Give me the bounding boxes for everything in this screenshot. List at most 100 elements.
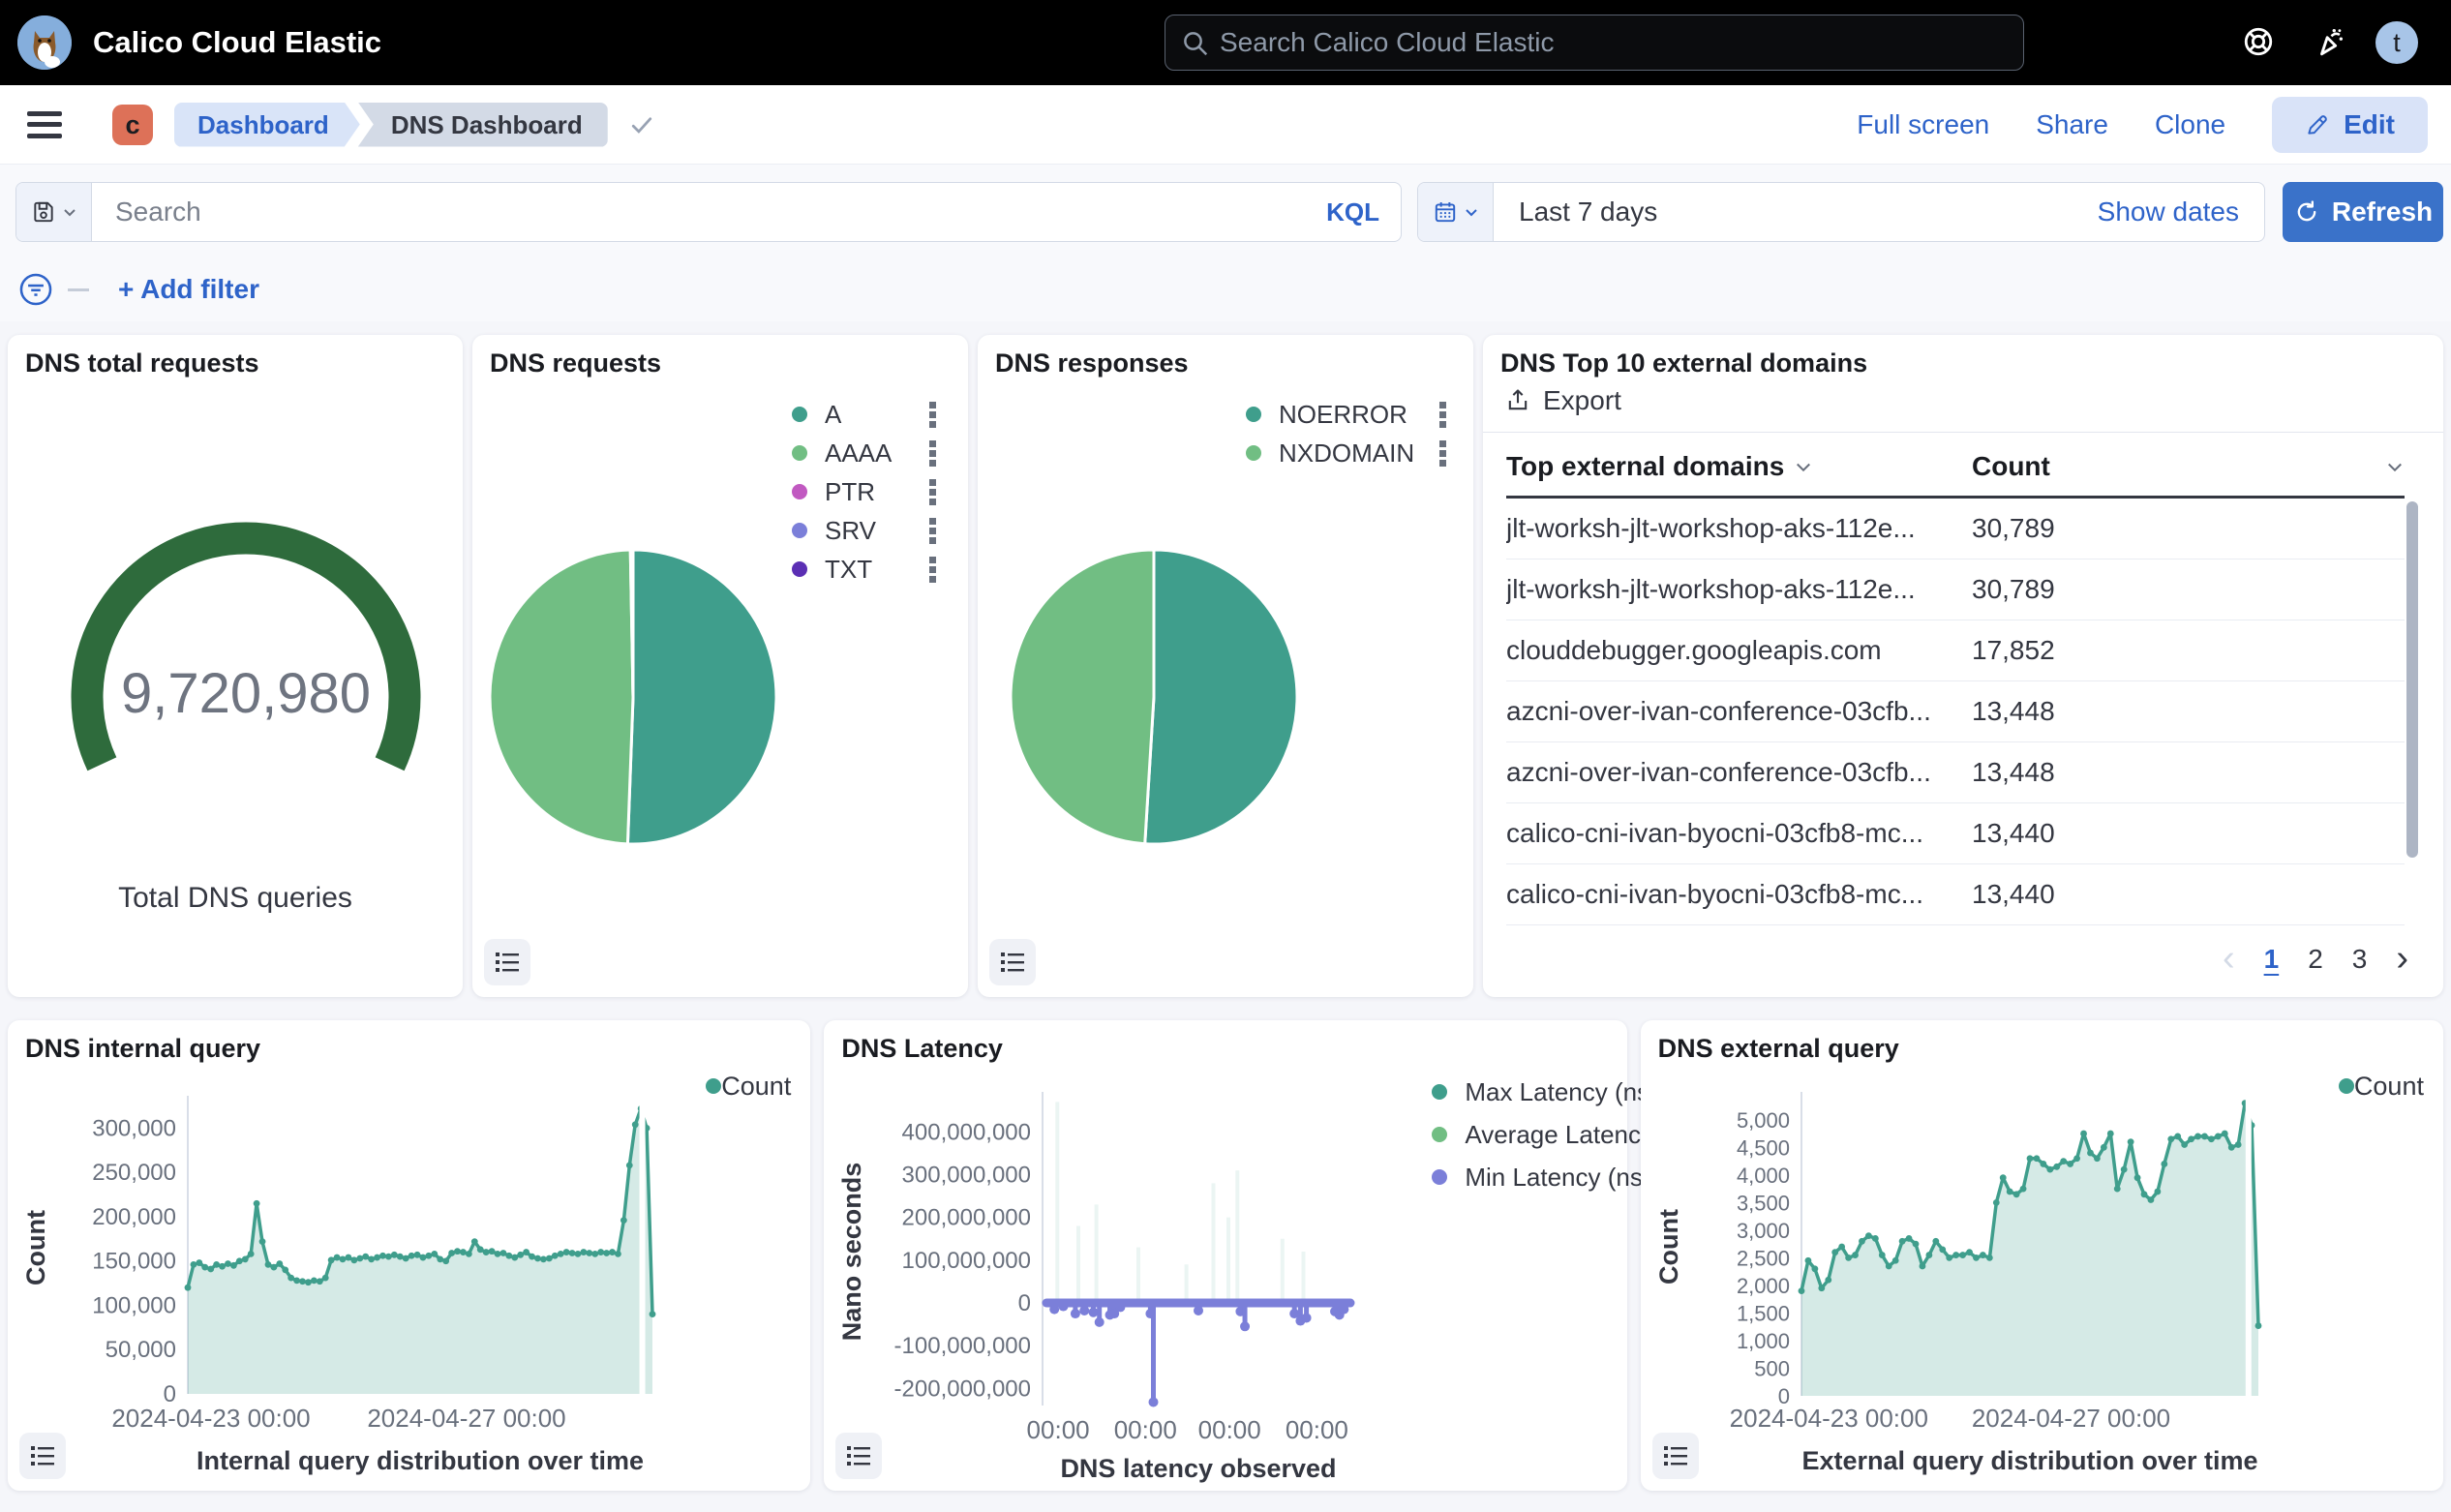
table-scrollbar[interactable] [2406,501,2418,858]
check-icon[interactable] [627,110,656,139]
legend-label: TXT [825,555,872,585]
global-search[interactable] [1165,15,2024,71]
dns-responses-pie[interactable] [1007,546,1326,857]
svg-text:1,000: 1,000 [1737,1329,1790,1353]
svg-text:Nano seconds: Nano seconds [841,1163,866,1342]
refresh-button[interactable]: Refresh [2283,182,2443,242]
legend-item[interactable]: A [792,395,939,434]
svg-text:-200,000,000: -200,000,000 [894,1376,1031,1402]
column-header-count[interactable]: Count [1972,451,2405,482]
svg-text:200,000,000: 200,000,000 [902,1205,1031,1231]
global-search-input[interactable] [1220,15,2004,70]
legend-item[interactable]: SRV [792,511,939,550]
panel-dns-external-query: DNS external query Count 05001,0001,5002… [1641,1020,2443,1491]
panel-dns-top-domains: DNS Top 10 external domains Export Top e… [1483,335,2443,997]
legend-options-icon[interactable] [927,555,939,584]
count-cell: 13,440 [1972,818,2055,849]
legend-options-icon[interactable] [927,438,939,468]
show-dates-button[interactable]: Show dates [2098,197,2264,227]
panel-title: DNS external query [1658,1034,1899,1064]
panel-legend-toggle-button[interactable] [19,1433,66,1479]
legend-item[interactable]: TXT [792,550,939,589]
calendar-icon [1433,199,1458,225]
column-header-domains[interactable]: Top external domains [1506,451,1813,482]
pagination-page-2[interactable]: 2 [2308,944,2323,975]
panel-dns-requests: DNS requests AAAAAPTRSRVTXT [472,335,968,997]
svg-text:0: 0 [1018,1290,1031,1316]
svg-text:External query distribution ov: External query distribution over time [1801,1446,2257,1475]
divider [1483,432,2443,433]
share-button[interactable]: Share [2036,109,2108,140]
legend-options-icon[interactable] [1437,400,1449,429]
svg-text:4,000: 4,000 [1737,1164,1790,1188]
menu-hamburger-icon[interactable] [27,111,62,138]
svg-text:100,000: 100,000 [92,1292,176,1318]
calico-cat-logo-icon [17,15,72,70]
newsfeed-party-popper-icon[interactable] [2314,25,2346,58]
pagination-page-3[interactable]: 3 [2352,944,2368,975]
list-icon [494,950,521,975]
domain-cell: calico-cni-ivan-byocni-03cfb8-mc... [1506,818,1972,849]
saved-query-menu-button[interactable] [16,183,92,241]
external-query-area-chart[interactable]: 05001,0001,5002,0002,5003,0003,5004,0004… [1658,1063,2427,1490]
svg-text:2024-04-27 00:00: 2024-04-27 00:00 [367,1404,565,1433]
pagination-page-1[interactable]: 1 [2264,944,2280,975]
table-row[interactable]: jlt-worksh-jlt-workshop-aks-112e...30,78… [1506,559,2405,620]
table-row[interactable]: azcni-over-ivan-conference-03cfb...13,44… [1506,742,2405,803]
user-avatar[interactable]: t [2375,21,2418,64]
panel-legend-toggle-button[interactable] [484,939,530,985]
svg-text:00:00: 00:00 [1286,1415,1348,1444]
edit-button[interactable]: Edit [2272,97,2428,153]
table-body: jlt-worksh-jlt-workshop-aks-112e...30,78… [1506,499,2405,925]
count-cell: 13,448 [1972,696,2055,727]
full-screen-button[interactable]: Full screen [1857,109,1989,140]
pagination-prev-icon[interactable]: ‹ [2223,938,2235,980]
legend-item[interactable]: PTR [792,472,939,511]
panel-dns-internal-query: DNS internal query Count 050,000100,0001… [8,1020,810,1491]
svg-text:Internal query distribution ov: Internal query distribution over time [197,1446,644,1475]
internal-query-area-chart[interactable]: 050,000100,000150,000200,000250,000300,0… [25,1063,794,1490]
table-row[interactable]: jlt-worksh-jlt-workshop-aks-112e...30,78… [1506,499,2405,559]
export-button[interactable]: Export [1504,385,1621,416]
chevron-down-icon [1464,204,1479,220]
legend-dot-icon [792,407,807,422]
latency-line-chart[interactable]: -200,000,000-100,000,0000100,000,000200,… [841,1063,1614,1490]
panel-legend-toggle-button[interactable] [989,939,1036,985]
legend-options-icon[interactable] [1437,438,1449,468]
svg-text:-100,000,000: -100,000,000 [894,1333,1031,1359]
search-input[interactable] [92,197,1305,227]
breadcrumb-dns-dashboard[interactable]: DNS Dashboard [358,103,608,147]
chevron-down-icon [2385,457,2405,476]
table-row[interactable]: clouddebugger.googleapis.com17,852 [1506,620,2405,681]
panel-legend-toggle-button[interactable] [835,1433,882,1479]
project-badge[interactable]: c [112,105,153,145]
add-filter-button[interactable]: + Add filter [118,274,259,305]
kql-language-button[interactable]: KQL [1305,197,1401,227]
panel-legend-toggle-button[interactable] [1652,1433,1699,1479]
legend-options-icon[interactable] [927,477,939,506]
help-life-ring-icon[interactable] [2242,25,2275,58]
legend-item[interactable]: NXDOMAIN [1246,434,1449,472]
clone-button[interactable]: Clone [2155,109,2225,140]
count-cell: 13,440 [1972,879,2055,910]
dns-requests-pie[interactable] [486,546,805,857]
legend-options-icon[interactable] [927,400,939,429]
save-icon [31,199,56,225]
pagination: ‹ 123 › [2223,938,2408,980]
calico-logo[interactable] [17,15,72,70]
time-range-value[interactable]: Last 7 days [1494,197,1657,227]
date-quick-menu-button[interactable] [1418,183,1494,241]
list-icon [1662,1443,1689,1468]
table-row[interactable]: calico-cni-ivan-byocni-03cfb8-mc...13,44… [1506,864,2405,925]
filter-icon[interactable] [17,271,54,308]
svg-text:2024-04-23 00:00: 2024-04-23 00:00 [1729,1404,1927,1433]
list-icon [845,1443,872,1468]
legend-item[interactable]: NOERROR [1246,395,1449,434]
table-row[interactable]: azcni-over-ivan-conference-03cfb...13,44… [1506,681,2405,742]
table-row[interactable]: calico-cni-ivan-byocni-03cfb8-mc...13,44… [1506,803,2405,864]
top-navigation-bar: Calico Cloud Elastic t [0,0,2451,85]
legend-options-icon[interactable] [927,516,939,545]
legend-item[interactable]: AAAA [792,434,939,472]
breadcrumb-dashboard[interactable]: Dashboard [174,103,360,147]
pagination-next-icon[interactable]: › [2396,938,2408,980]
